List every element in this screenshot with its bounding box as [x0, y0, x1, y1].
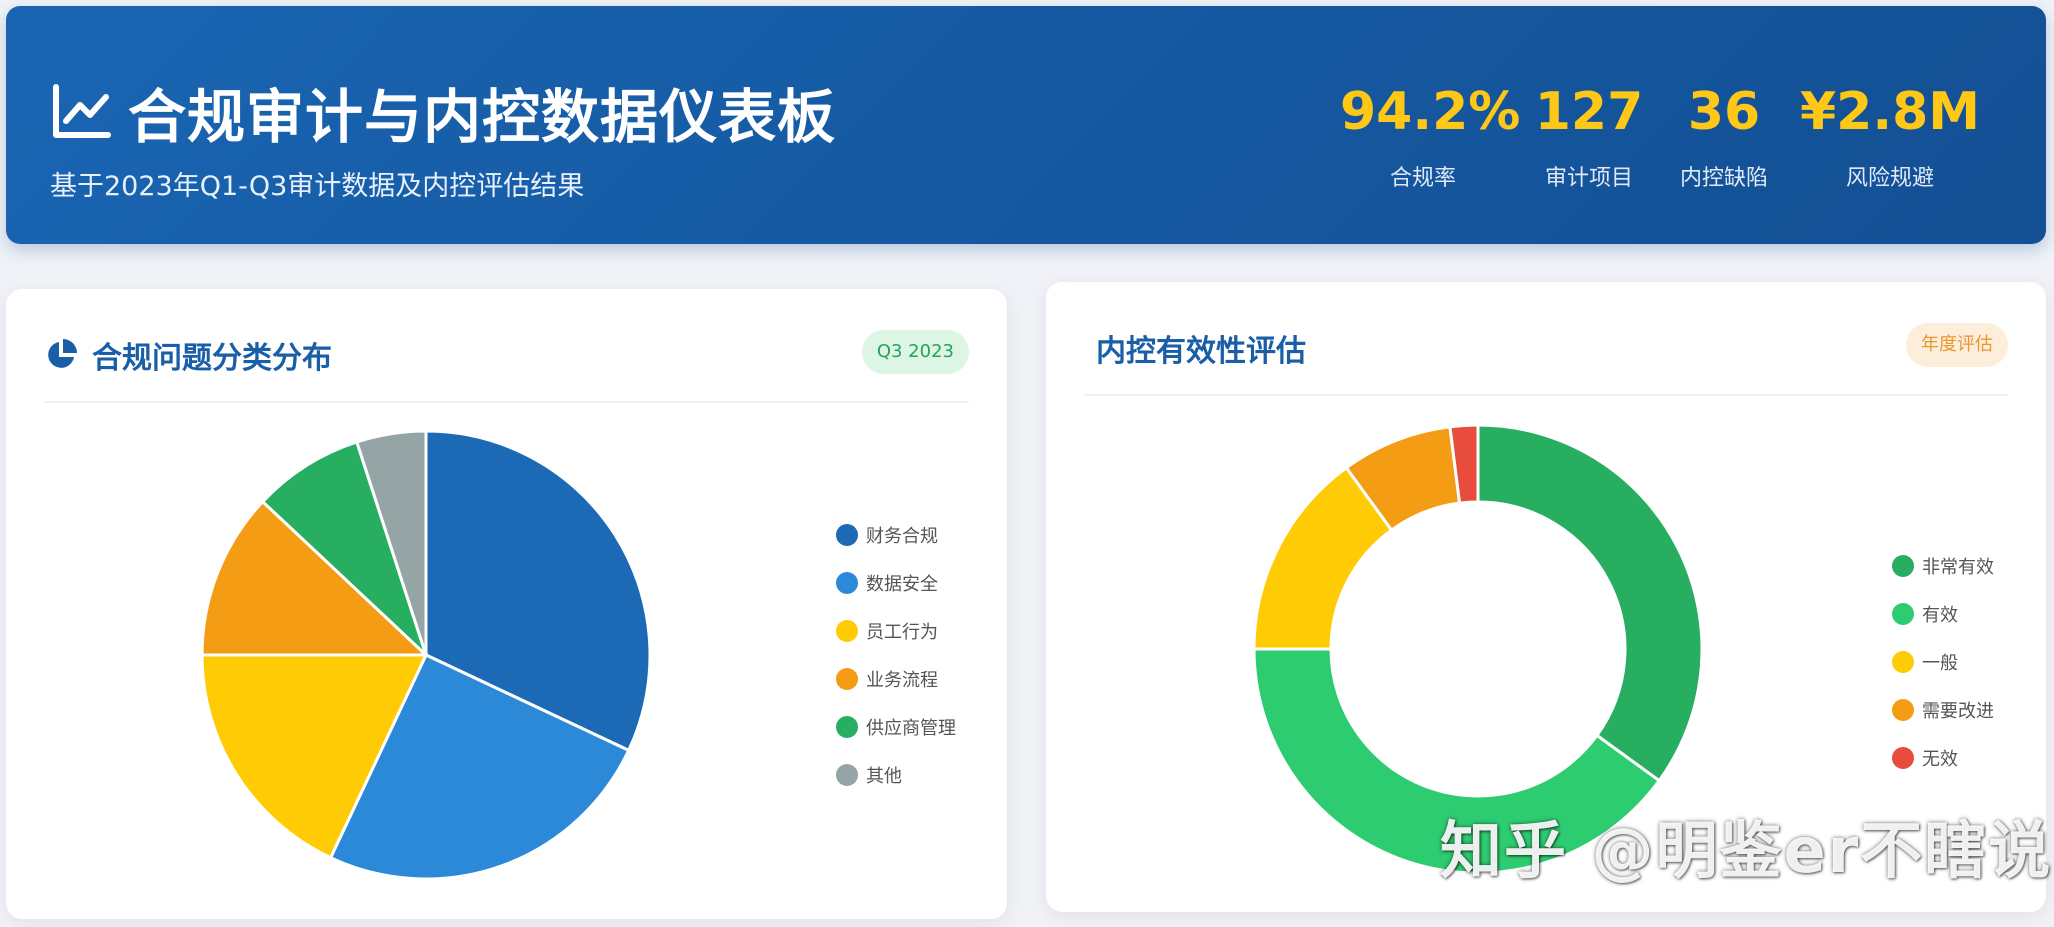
kpi-value: 94.2% — [1340, 82, 1521, 142]
kpi-risk-avoided: ¥2.8M 风险规避 — [1776, 82, 2004, 192]
legend-label: 需要改进 — [1922, 701, 1994, 722]
legend-label: 业务流程 — [866, 670, 938, 691]
legend-item[interactable]: 无效 — [1892, 734, 1994, 782]
compliance-issues-panel: 合规问题分类分布 Q3 2023 财务合规 数据安全 员工行为 业务流程 供应商管理 其他 — [6, 289, 1007, 919]
kpi-label: 风险规避 — [1845, 166, 1934, 191]
kpi-value: 127 — [1534, 82, 1644, 142]
kpi-control-defects: 36 内控缺陷 — [1672, 82, 1776, 192]
kpi-group: 94.2% 合规率 127 审计项目 36 内控缺陷 ¥2.8M 风险规避 — [1340, 82, 2004, 192]
kpi-compliance-rate: 94.2% 合规率 — [1340, 82, 1521, 192]
legend-item[interactable]: 财务合规 — [836, 511, 956, 559]
legend-label: 非常有效 — [1922, 557, 1994, 578]
legend-label: 数据安全 — [866, 574, 938, 595]
legend-swatch — [836, 716, 858, 738]
legend-swatch — [836, 524, 858, 546]
legend-label: 财务合规 — [866, 526, 938, 547]
kpi-label: 审计项目 — [1544, 166, 1633, 191]
effectiveness-legend: 非常有效有效一般需要改进无效 — [1892, 542, 1994, 782]
legend-item[interactable]: 需要改进 — [1892, 686, 1994, 734]
legend-label: 有效 — [1922, 605, 1958, 626]
legend-swatch — [836, 620, 858, 642]
legend-item[interactable]: 数据安全 — [836, 559, 956, 607]
legend-item[interactable]: 一般 — [1892, 638, 1994, 686]
kpi-audit-projects: 127 审计项目 — [1506, 82, 1672, 192]
legend-item[interactable]: 非常有效 — [1892, 542, 1994, 590]
legend-item[interactable]: 业务流程 — [836, 655, 956, 703]
line-chart-icon — [53, 84, 111, 138]
legend-swatch — [836, 764, 858, 786]
legend-swatch — [836, 668, 858, 690]
legend-swatch — [1892, 651, 1914, 673]
kpi-label: 合规率 — [1389, 166, 1456, 191]
legend-label: 一般 — [1922, 653, 1958, 674]
legend-swatch — [1892, 747, 1914, 769]
page-title: 合规审计与内控数据仪表板 — [128, 83, 837, 151]
legend-item[interactable]: 其他 — [836, 751, 956, 799]
legend-item[interactable]: 供应商管理 — [836, 703, 956, 751]
legend-label: 员工行为 — [866, 622, 938, 643]
compliance-legend: 财务合规数据安全员工行为业务流程供应商管理其他 — [836, 511, 956, 799]
legend-swatch — [1892, 603, 1914, 625]
legend-label: 其他 — [866, 766, 902, 787]
page-subtitle: 基于2023年Q1-Q3审计数据及内控评估结果 — [50, 171, 585, 202]
kpi-value: ¥2.8M — [1799, 82, 1981, 142]
header-title-row: 合规审计与内控数据仪表板 — [50, 70, 836, 154]
legend-swatch — [1892, 699, 1914, 721]
dashboard-header: 合规审计与内控数据仪表板 基于2023年Q1-Q3审计数据及内控评估结果 94.… — [6, 6, 2046, 244]
pie-slice-1[interactable] — [1476, 423, 1704, 783]
legend-swatch — [836, 572, 858, 594]
legend-item[interactable]: 员工行为 — [836, 607, 956, 655]
legend-item[interactable]: 有效 — [1892, 590, 1994, 638]
kpi-value: 36 — [1687, 82, 1761, 142]
legend-label: 无效 — [1922, 749, 1958, 770]
watermark: 知乎 @明鉴er不瞎说 — [1440, 814, 2053, 887]
legend-swatch — [1892, 555, 1914, 577]
legend-label: 供应商管理 — [866, 718, 956, 739]
kpi-label: 内控缺陷 — [1679, 166, 1768, 191]
